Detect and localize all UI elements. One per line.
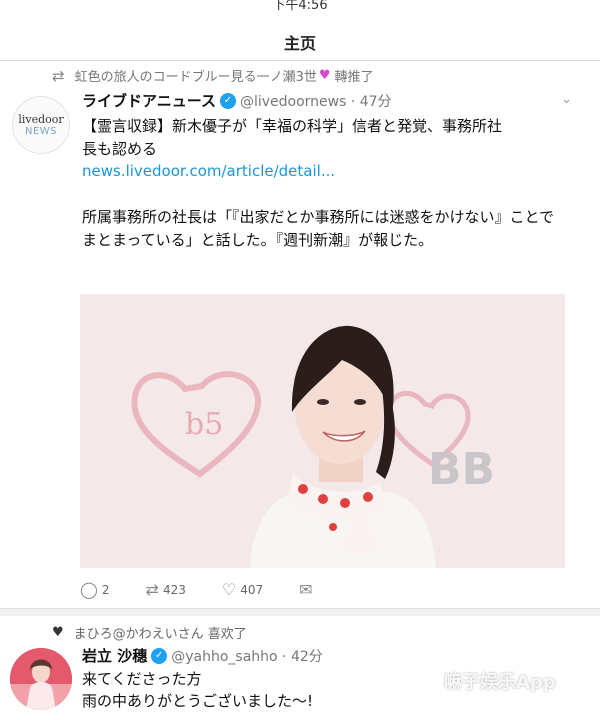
- tweet-text: 【霊言収録】新木優子が「幸福の科学」信者と発覚、事務所社長も認める: [82, 117, 503, 158]
- retweet-icon: ⇄: [52, 66, 65, 85]
- like-button[interactable]: ♡ 407: [222, 580, 263, 599]
- heart-emoji-icon: ♥: [318, 68, 331, 83]
- tweet-text-line: 雨の中ありがとうございました〜!: [82, 692, 314, 710]
- like-count: 407: [240, 582, 264, 597]
- tweet-text-body: 所属事務所の社長は「『出家だとか事務所には迷惑をかけない』ことでまとまっている」…: [82, 208, 555, 249]
- reply-count: 2: [101, 582, 110, 597]
- tweet-header: 岩立 沙穗 ✓ @yahho_sahho · 42分: [82, 645, 323, 666]
- reply-icon: ◯: [80, 580, 98, 599]
- tweet-text-line: 来てくださった方: [82, 670, 202, 688]
- avatar[interactable]: livedoor NEWS: [12, 96, 70, 154]
- tweet-actions: ◯ 2 ⇄ 423 ♡ 407 ✉: [80, 580, 349, 599]
- avatar-illustration: [10, 648, 72, 710]
- chevron-down-icon[interactable]: ⌄: [561, 92, 572, 107]
- like-context: ♥ まひろ@かわえいさん 喜欢了: [52, 623, 247, 642]
- author-name[interactable]: ライブドアニュース: [82, 90, 216, 111]
- retweeted-by[interactable]: 虹色の旅人のコードブルー見る一ノ瀬3世: [75, 66, 317, 85]
- tweet-photo[interactable]: b5 BB: [80, 294, 565, 568]
- photo-text-bb: BB: [428, 444, 495, 495]
- author-handle-time[interactable]: @yahho_sahho · 42分: [171, 646, 323, 666]
- heart-icon: ♥: [52, 625, 64, 640]
- photo-illustration: b5 BB: [80, 294, 565, 568]
- retweet-button[interactable]: ⇄ 423: [146, 580, 186, 599]
- tweet-divider: [0, 608, 600, 616]
- verified-icon: ✓: [151, 647, 168, 664]
- avatar-text-bottom: NEWS: [24, 126, 58, 137]
- direct-message-button[interactable]: ✉: [299, 580, 312, 599]
- status-time: 下午4:56: [272, 0, 328, 13]
- reply-button[interactable]: ◯ 2: [80, 580, 110, 599]
- page-title: 主页: [283, 34, 316, 53]
- avatar[interactable]: [10, 648, 72, 710]
- liked-by[interactable]: まひろ@かわえいさん 喜欢了: [74, 623, 247, 642]
- tweet-text: 来てくださった方 雨の中ありがとうございました〜!: [82, 668, 313, 712]
- author-name[interactable]: 岩立 沙穗: [82, 645, 147, 666]
- photo-text-left: b5: [185, 407, 223, 442]
- nav-divider: [0, 60, 600, 61]
- author-handle-time[interactable]: @livedoornews · 47分: [240, 91, 392, 111]
- tweet-link[interactable]: news.livedoor.com/article/detail...: [82, 162, 335, 180]
- mail-icon: ✉: [299, 580, 313, 599]
- watermark: 嘛子娱乐App: [444, 672, 556, 693]
- retweet-label: 轉推了: [334, 70, 374, 85]
- heart-icon: ♡: [221, 580, 237, 599]
- retweet-context: ⇄ 虹色の旅人のコードブルー見る一ノ瀬3世 ♥ 轉推了: [52, 66, 374, 86]
- tweet-header: ライブドアニュース ✓ @livedoornews · 47分: [82, 90, 392, 111]
- retweet-icon: ⇄: [145, 580, 159, 599]
- avatar-text-top: livedoor: [18, 113, 64, 126]
- verified-icon: ✓: [219, 92, 236, 109]
- retweet-count: 423: [162, 582, 186, 597]
